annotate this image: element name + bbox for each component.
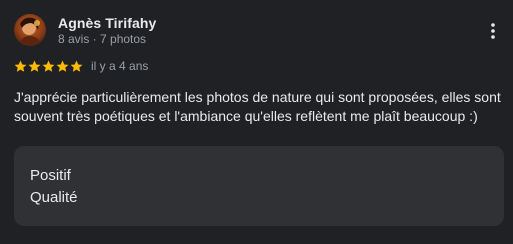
review-attributes: Positif Qualité [14,146,504,226]
star-rating [14,60,83,73]
star-filled-icon [28,60,41,72]
review-card: Agnès Tirifahy 8 avis · 7 photos il y a … [0,0,513,244]
star-filled-icon [56,60,69,72]
star-filled-icon [70,60,83,72]
more-vert-icon [491,23,495,39]
author-avatar[interactable] [14,14,46,46]
attribute-label: Qualité [30,189,78,206]
more-options-button[interactable] [483,18,503,44]
author-name[interactable]: Agnès Tirifahy [58,15,156,31]
review-date: il y a 4 ans [91,59,149,73]
review-text: J'apprécie particulièrement les photos d… [14,89,501,124]
star-filled-icon [42,60,55,72]
attribute-label: Positif [30,167,71,184]
author-meta: 8 avis · 7 photos [58,32,147,46]
star-filled-icon [14,60,27,72]
rating-row: il y a 4 ans [14,58,148,74]
